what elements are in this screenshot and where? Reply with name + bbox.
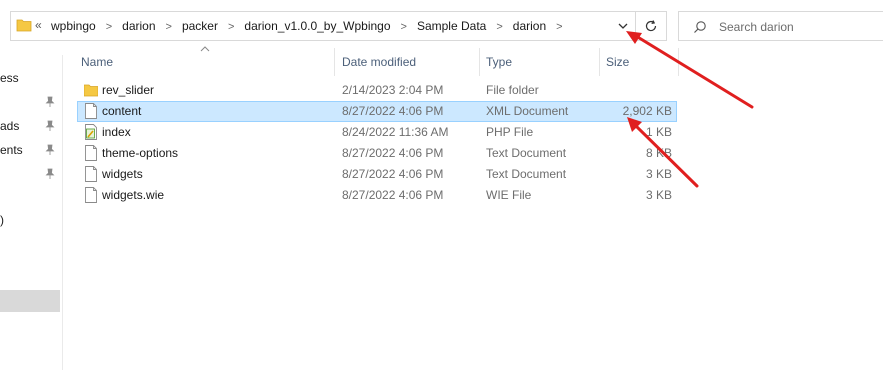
column-divider[interactable] — [479, 48, 480, 76]
breadcrumb: wpbingo > darion > packer > darion_v1.0.0_by_W… — [51, 19, 573, 33]
file-size: 3 KB — [645, 167, 672, 181]
file-row[interactable]: theme-options 8/27/2022 4:06 PM Text Doc… — [77, 143, 677, 164]
file-type: PHP File — [486, 125, 534, 139]
document-icon — [85, 166, 97, 182]
file-row[interactable]: rev_slider 2/14/2023 2:04 PM File folder — [77, 80, 677, 101]
pin-icon — [45, 144, 55, 155]
search-box[interactable]: Search darion — [678, 11, 883, 41]
column-header-size[interactable]: Size — [606, 55, 629, 77]
file-name: content — [102, 104, 142, 118]
refresh-icon — [645, 20, 657, 32]
folder-icon — [16, 19, 32, 32]
breadcrumb-separator-icon[interactable]: > — [228, 21, 234, 33]
file-type: Text Document — [486, 146, 567, 160]
nav-item-label[interactable]: ) — [0, 213, 4, 227]
file-size: 3 KB — [645, 188, 672, 202]
nav-item-label[interactable]: ads — [0, 119, 19, 133]
search-input[interactable]: Search darion — [719, 20, 794, 34]
file-row[interactable]: widgets 8/27/2022 4:06 PM Text Document … — [77, 164, 677, 185]
column-header-date[interactable]: Date modified — [342, 55, 416, 77]
breadcrumb-item[interactable]: packer — [182, 19, 218, 33]
file-name: widgets — [102, 167, 143, 181]
pin-icon — [45, 120, 55, 131]
breadcrumb-item[interactable]: darion — [122, 19, 155, 33]
column-divider[interactable] — [334, 48, 335, 76]
file-name: theme-options — [102, 146, 179, 160]
breadcrumb-item[interactable]: Sample Data — [417, 19, 486, 33]
file-type: XML Document — [486, 104, 569, 118]
address-dropdown-button[interactable] — [615, 17, 631, 35]
column-header-type[interactable]: Type — [486, 55, 512, 77]
breadcrumb-item[interactable]: darion — [513, 19, 546, 33]
file-name: rev_slider — [102, 83, 155, 97]
column-divider[interactable] — [678, 48, 679, 76]
php-file-icon — [85, 124, 97, 140]
file-size: 2,902 KB — [622, 104, 672, 118]
refresh-button[interactable] — [635, 11, 667, 41]
pin-icon — [45, 96, 55, 107]
file-date: 8/24/2022 11:36 AM — [342, 125, 449, 139]
search-icon — [694, 21, 706, 33]
document-icon — [85, 103, 97, 119]
address-bar[interactable]: « wpbingo > darion > packer > darion_v1.0.0_by… — [10, 11, 667, 41]
breadcrumb-separator-icon[interactable]: > — [496, 21, 502, 33]
file-type: File folder — [486, 83, 539, 97]
file-size: 8 KB — [645, 146, 672, 160]
breadcrumb-separator-icon[interactable]: > — [166, 21, 172, 33]
file-date: 8/27/2022 4:06 PM — [342, 167, 444, 181]
nav-item-label[interactable]: ess — [0, 71, 19, 85]
file-row[interactable]: widgets.wie 8/27/2022 4:06 PM WIE File 3… — [77, 185, 677, 206]
file-type: WIE File — [486, 188, 532, 202]
file-type: Text Document — [486, 167, 567, 181]
breadcrumb-separator-icon[interactable]: > — [401, 21, 407, 33]
navigation-pane[interactable]: ess ads ents ) — [0, 55, 63, 370]
file-name: widgets.wie — [102, 188, 165, 202]
pin-icon — [45, 168, 55, 179]
nav-selected-item[interactable] — [0, 290, 60, 312]
sort-ascending-icon — [200, 46, 210, 52]
column-header-name[interactable]: Name — [81, 55, 113, 77]
file-date: 8/27/2022 4:06 PM — [342, 188, 444, 202]
file-size: 1 KB — [645, 125, 672, 139]
column-divider[interactable] — [599, 48, 600, 76]
nav-item-label[interactable]: ents — [0, 143, 23, 157]
file-date: 8/27/2022 4:06 PM — [342, 104, 444, 118]
breadcrumb-separator-icon[interactable]: > — [106, 21, 112, 33]
overflow-chevron[interactable]: « — [35, 18, 42, 32]
breadcrumb-item[interactable]: wpbingo — [51, 19, 96, 33]
folder-icon — [84, 84, 98, 97]
breadcrumb-item[interactable]: darion_v1.0.0_by_Wpbingo — [244, 19, 390, 33]
file-name: index — [102, 125, 131, 139]
chevron-down-icon — [618, 23, 628, 29]
document-icon — [85, 187, 97, 203]
file-date: 8/27/2022 4:06 PM — [342, 146, 444, 160]
breadcrumb-separator-icon[interactable]: > — [556, 21, 562, 33]
document-icon — [85, 145, 97, 161]
file-row[interactable]: index 8/24/2022 11:36 AM PHP File 1 KB — [77, 122, 677, 143]
file-date: 2/14/2023 2:04 PM — [342, 83, 444, 97]
file-row[interactable]: content 8/27/2022 4:06 PM XML Document 2… — [77, 101, 677, 122]
